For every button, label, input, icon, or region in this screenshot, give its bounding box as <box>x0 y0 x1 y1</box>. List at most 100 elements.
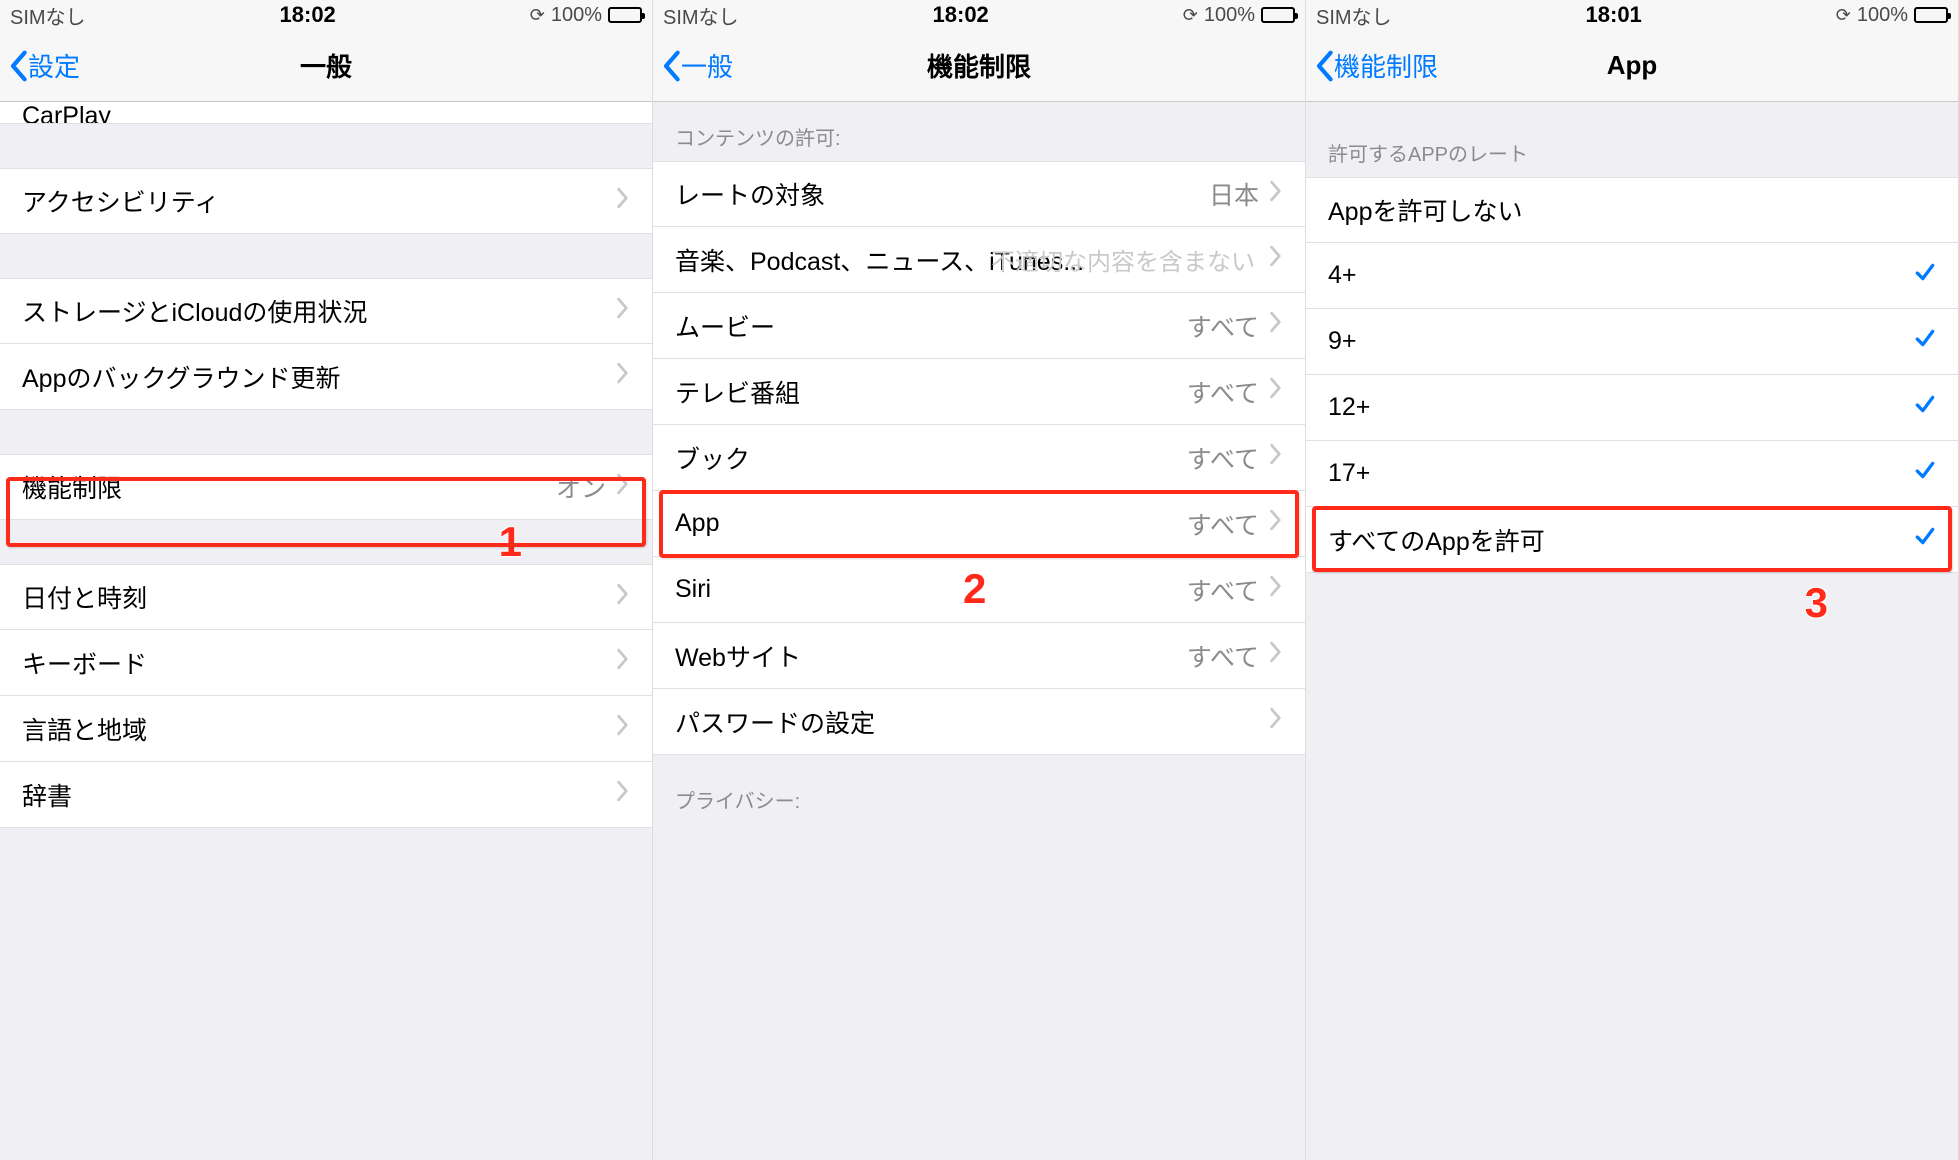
status-bar: SIMなし 18:02 ⟳ 100% <box>653 0 1305 30</box>
cell-label: 言語と地域 <box>22 711 616 747</box>
cell-app[interactable]: App すべて <box>653 491 1305 557</box>
cell-language-region[interactable]: 言語と地域 <box>0 696 652 762</box>
cell-label: すべてのAppを許可 <box>1328 522 1914 558</box>
cell-value: すべて <box>1187 308 1259 344</box>
cell-value: オン <box>556 469 606 505</box>
cell-label: 12+ <box>1328 393 1914 422</box>
cell-label: Webサイト <box>675 638 1187 674</box>
cell-allow-all[interactable]: すべてのAppを許可 <box>1306 507 1958 573</box>
cell-books[interactable]: ブック すべて <box>653 425 1305 491</box>
battery-percent: 100% <box>1204 4 1255 27</box>
cell-label: アクセシビリティ <box>22 183 616 219</box>
cell-label: 9+ <box>1328 327 1914 356</box>
cell-label: 17+ <box>1328 459 1914 488</box>
cell-label: 辞書 <box>22 777 616 813</box>
section-header-allowed-rate: 許可するAPPのレート <box>1306 102 1958 177</box>
check-icon <box>1914 525 1936 554</box>
cell-storage-icloud[interactable]: ストレージとiCloudの使用状況 <box>0 278 652 344</box>
cell-rating-region[interactable]: レートの対象 日本 <box>653 161 1305 227</box>
cell-value: 日本 <box>1209 176 1259 212</box>
orientation-lock-icon: ⟳ <box>530 5 545 26</box>
cell-label: ムービー <box>675 308 1187 344</box>
nav-title: 一般 <box>0 47 652 84</box>
chevron-right-icon <box>616 648 630 677</box>
cell-websites[interactable]: Webサイト すべて <box>653 623 1305 689</box>
nav-bar: 機能制限 App <box>1306 30 1958 102</box>
cell-4plus[interactable]: 4+ <box>1306 243 1958 309</box>
cell-movies[interactable]: ムービー すべて <box>653 293 1305 359</box>
cell-date-time[interactable]: 日付と時刻 <box>0 564 652 630</box>
cell-9plus[interactable]: 9+ <box>1306 309 1958 375</box>
screen-general: SIMなし 18:02 ⟳ 100% 設定 一般 CarPlay アクセシビリテ… <box>0 0 653 1160</box>
back-label: 一般 <box>681 47 733 84</box>
cell-restrictions[interactable]: 機能制限 オン <box>0 454 652 520</box>
battery-icon <box>1914 7 1948 23</box>
screen-app-ratings: SIMなし 18:01 ⟳ 100% 機能制限 App 許可するAPPのレート … <box>1306 0 1959 1160</box>
chevron-right-icon <box>1269 575 1283 604</box>
chevron-right-icon <box>1269 245 1283 274</box>
carrier-text: SIMなし <box>663 1 739 30</box>
cell-keyboard[interactable]: キーボード <box>0 630 652 696</box>
cell-dictionary[interactable]: 辞書 <box>0 762 652 828</box>
cell-accessibility[interactable]: アクセシビリティ <box>0 168 652 234</box>
battery-icon <box>608 7 642 23</box>
cell-carplay-partial[interactable]: CarPlay <box>0 102 652 124</box>
content: コンテンツの許可: レートの対象 日本 音楽、Podcast、ニュース、iTun… <box>653 102 1305 1160</box>
chevron-right-icon <box>616 187 630 216</box>
chevron-right-icon <box>616 714 630 743</box>
cell-label: レートの対象 <box>675 176 1209 212</box>
cell-label: App <box>675 509 1187 538</box>
cell-label: ストレージとiCloudの使用状況 <box>22 293 616 329</box>
screen-restrictions: SIMなし 18:02 ⟳ 100% 一般 機能制限 コンテンツの許可: レート… <box>653 0 1306 1160</box>
chevron-right-icon <box>1269 707 1283 736</box>
cell-allow-none[interactable]: Appを許可しない <box>1306 177 1958 243</box>
step-number: 3 <box>1805 579 1828 627</box>
chevron-left-icon <box>8 49 28 83</box>
carrier-text: SIMなし <box>10 1 86 30</box>
carrier-text: SIMなし <box>1316 1 1392 30</box>
cell-label: Appのバックグラウンド更新 <box>22 359 616 395</box>
back-button[interactable]: 設定 <box>0 47 80 84</box>
cell-background-refresh[interactable]: Appのバックグラウンド更新 <box>0 344 652 410</box>
step-number: 1 <box>499 518 522 566</box>
check-icon <box>1914 261 1936 290</box>
chevron-right-icon <box>616 297 630 326</box>
cell-value: すべて <box>1187 638 1259 674</box>
cell-tv-shows[interactable]: テレビ番組 すべて <box>653 359 1305 425</box>
cell-label: Appを許可しない <box>1328 192 1936 228</box>
chevron-right-icon <box>1269 509 1283 538</box>
chevron-right-icon <box>616 362 630 391</box>
step-number: 2 <box>963 565 986 613</box>
cell-label: 日付と時刻 <box>22 579 616 615</box>
cell-music-podcast[interactable]: 音楽、Podcast、ニュース、iTunes... 不適切な内容を含まない <box>653 227 1305 293</box>
chevron-right-icon <box>1269 443 1283 472</box>
cell-label: テレビ番組 <box>675 374 1187 410</box>
content: 許可するAPPのレート Appを許可しない 4+ 9+ 12+ 17+ すべての… <box>1306 102 1958 1160</box>
chevron-right-icon <box>616 473 630 502</box>
cell-label: CarPlay <box>22 102 111 124</box>
chevron-left-icon <box>661 49 681 83</box>
cell-label: 4+ <box>1328 261 1914 290</box>
chevron-right-icon <box>1269 377 1283 406</box>
content: CarPlay アクセシビリティ ストレージとiCloudの使用状況 Appのバ… <box>0 102 652 1160</box>
cell-value: すべて <box>1187 506 1259 542</box>
cell-17plus[interactable]: 17+ <box>1306 441 1958 507</box>
back-button[interactable]: 機能制限 <box>1306 47 1438 84</box>
orientation-lock-icon: ⟳ <box>1836 5 1851 26</box>
cell-siri[interactable]: Siri 2 すべて <box>653 557 1305 623</box>
check-icon <box>1914 393 1936 422</box>
cell-value: すべて <box>1187 572 1259 608</box>
battery-icon <box>1261 7 1295 23</box>
status-bar: SIMなし 18:01 ⟳ 100% <box>1306 0 1958 30</box>
orientation-lock-icon: ⟳ <box>1183 5 1198 26</box>
chevron-left-icon <box>1314 49 1334 83</box>
nav-title: 機能制限 <box>653 47 1305 84</box>
cell-label: キーボード <box>22 645 616 681</box>
cell-12plus[interactable]: 12+ <box>1306 375 1958 441</box>
cell-value: 不適切な内容を含まない <box>991 242 1255 277</box>
status-time: 18:02 <box>933 2 989 28</box>
cell-password-settings[interactable]: パスワードの設定 <box>653 689 1305 755</box>
cell-label: 機能制限 <box>22 469 556 505</box>
back-button[interactable]: 一般 <box>653 47 733 84</box>
check-icon <box>1914 459 1936 488</box>
